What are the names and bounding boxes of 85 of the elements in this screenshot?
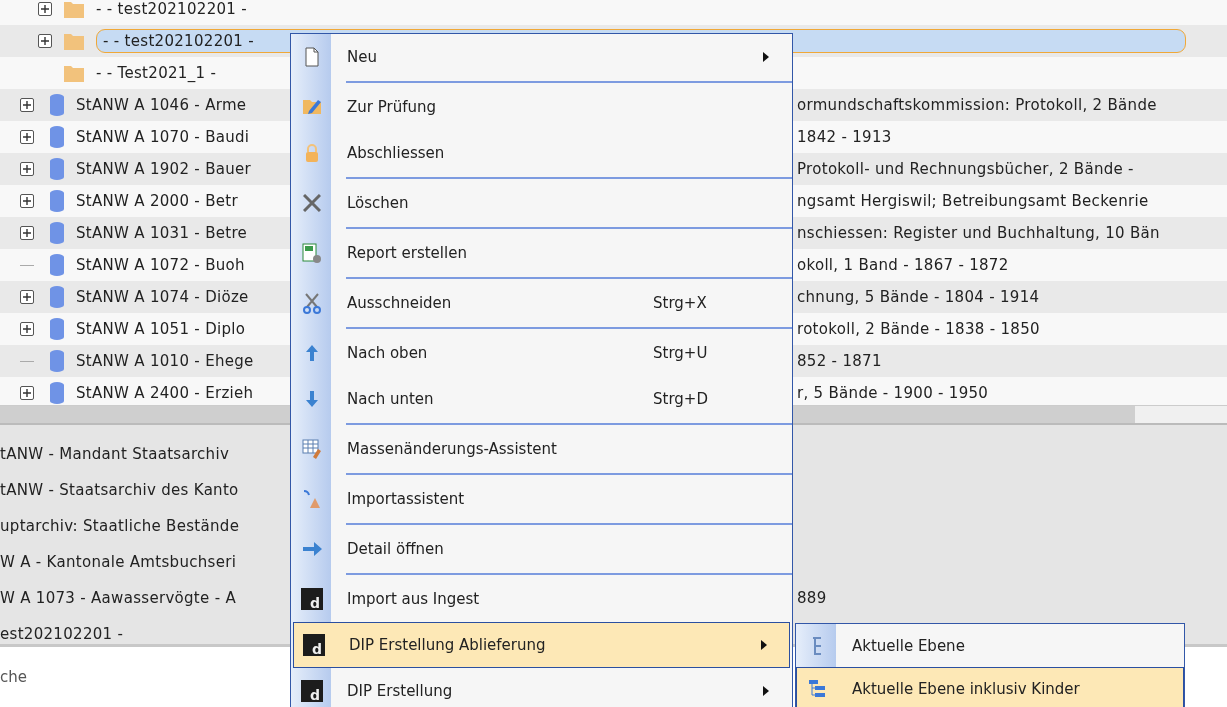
expand-toggle[interactable] <box>20 130 34 144</box>
tree-item-text: chnung, 5 Bände - 1804 - 1914 <box>797 288 1040 306</box>
menu-item[interactable]: Neu <box>291 34 792 80</box>
tree-item[interactable]: StANW A 2400 - Erzieh <box>76 384 254 402</box>
scissors-icon <box>303 292 321 314</box>
database-icon <box>50 94 64 116</box>
tree-item-text: ormundschaftskommission: Protokoll, 2 Bände <box>797 96 1157 114</box>
menu-item[interactable]: Abschliessen <box>291 130 792 176</box>
table-icon <box>302 438 322 460</box>
tree-item-text: ngsamt Hergiswil; Betreibungsamt Beckenrie <box>797 192 1149 210</box>
detail-line: uptarchiv: Staatliche Bestände <box>0 517 240 535</box>
database-icon <box>50 254 64 276</box>
tree-item-text: 1842 - 1913 <box>797 128 892 146</box>
database-icon <box>50 190 64 212</box>
menu-item[interactable]: Nach oben Strg+U <box>291 330 792 376</box>
expand-toggle[interactable] <box>38 2 52 16</box>
menu-item[interactable]: Aktuelle Ebene <box>796 624 1184 667</box>
menu-item[interactable]: Report erstellen <box>291 230 792 276</box>
tree-item[interactable]: StANW A 1031 - Betre <box>76 224 248 242</box>
menu-item[interactable]: Löschen <box>291 180 792 226</box>
detail-line: tANW - Mandant Staatsarchiv <box>0 445 230 463</box>
lock-icon <box>306 144 318 162</box>
expand-toggle[interactable] <box>20 98 34 112</box>
menu-item[interactable]: Ausschneiden Strg+X <box>291 280 792 326</box>
detail-line: W A - Kantonale Amtsbuchseri <box>0 553 237 571</box>
tree-item[interactable]: - - Test2021_1 - <box>96 64 217 82</box>
wand-icon <box>303 490 321 508</box>
tree-item-text: r, 5 Bände - 1900 - 1950 <box>797 384 989 402</box>
menu-item[interactable]: Aktuelle Ebene inklusiv Kinder <box>796 667 1184 707</box>
menu-item[interactable]: d DIP Erstellung <box>291 668 792 707</box>
tree-item[interactable]: StANW A 1070 - Baudi <box>76 128 250 146</box>
tree-item[interactable]: StANW A 1072 - Buoh <box>76 256 245 274</box>
tree-item-text: rotokoll, 2 Bände - 1838 - 1850 <box>797 320 1040 338</box>
tree-item[interactable]: StANW A 1010 - Ehege <box>76 352 254 370</box>
expand-toggle[interactable] <box>20 194 34 208</box>
folder-pencil-icon <box>303 99 321 115</box>
database-icon <box>50 318 64 340</box>
tree-item[interactable]: StANW A 1902 - Bauer <box>76 160 252 178</box>
search-text: che <box>0 668 27 686</box>
right-arrow-icon <box>302 542 322 556</box>
detail-line: est202102201 - <box>0 625 124 643</box>
tree-item[interactable]: StANW A 1074 - Diöze <box>76 288 249 306</box>
folder-icon <box>64 0 84 18</box>
expand-toggle[interactable] <box>20 226 34 240</box>
close-icon <box>303 194 321 212</box>
tree-item-text: okoll, 1 Band - 1867 - 1872 <box>797 256 1009 274</box>
database-icon <box>50 286 64 308</box>
expand-toggle[interactable] <box>20 386 34 400</box>
expand-toggle[interactable] <box>20 322 34 336</box>
menu-item[interactable]: Zur Prüfung <box>291 84 792 130</box>
menu-item[interactable]: Importassistent <box>291 476 792 522</box>
database-icon <box>50 158 64 180</box>
app-logo-icon: d <box>303 634 325 656</box>
expand-toggle[interactable] <box>20 290 34 304</box>
tree-item[interactable]: - - test202102201 - <box>96 0 247 18</box>
folder-icon <box>64 64 84 82</box>
down-arrow-icon <box>306 391 318 407</box>
folder-icon <box>64 32 84 50</box>
database-icon <box>50 222 64 244</box>
page-icon <box>305 47 319 67</box>
detail-line: 889 <box>797 589 827 607</box>
app-logo-icon: d <box>301 680 323 702</box>
menu-item[interactable]: Detail öffnen <box>291 526 792 572</box>
database-icon <box>50 126 64 148</box>
tree-item-text: Protokoll- und Rechnungsbücher, 2 Bände - <box>797 160 1134 178</box>
tree-item[interactable]: StANW A 1046 - Arme <box>76 96 247 114</box>
tree-item-text: nschiessen: Register und Buchhaltung, 10 Bän <box>797 224 1160 242</box>
database-icon <box>50 382 64 404</box>
tree-item-text: 852 - 1871 <box>797 352 882 370</box>
expand-toggle[interactable] <box>20 162 34 176</box>
menu-item[interactable]: d Import aus Ingest <box>291 576 792 622</box>
database-icon <box>50 350 64 372</box>
menu-item[interactable]: Nach unten Strg+D <box>291 376 792 422</box>
tree-item[interactable]: StANW A 2000 - Betr <box>76 192 238 210</box>
tree-item[interactable]: StANW A 1051 - Diplo <box>76 320 246 338</box>
menu-item[interactable]: d DIP Erstellung Ablieferung <box>293 622 790 668</box>
tree-icon <box>809 680 825 697</box>
expand-toggle[interactable] <box>38 34 52 48</box>
menu-item[interactable]: Massenänderungs-Assistent <box>291 426 792 472</box>
app-logo-icon: d <box>301 588 323 610</box>
level-icon <box>812 636 822 655</box>
detail-line: W A 1073 - Aawasservögte - A <box>0 589 236 607</box>
detail-line: tANW - Staatsarchiv des Kanto <box>0 481 239 499</box>
up-arrow-icon <box>306 345 318 361</box>
report-gear-icon <box>302 242 322 264</box>
